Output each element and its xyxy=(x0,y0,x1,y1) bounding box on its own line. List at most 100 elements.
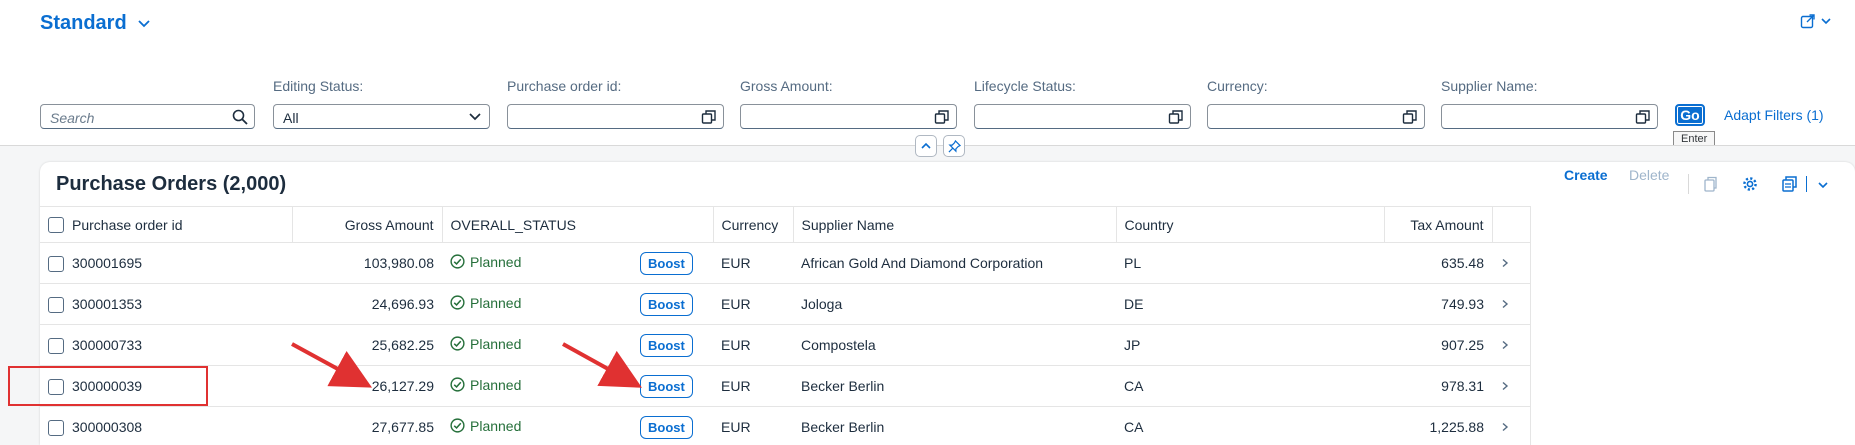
select-all-checkbox[interactable] xyxy=(48,217,64,234)
search-icon[interactable] xyxy=(232,109,248,125)
column-header-purchase-order-id[interactable]: Purchase order id xyxy=(64,206,293,243)
cell-status: Planned xyxy=(442,283,632,325)
search-placeholder: Search xyxy=(50,110,95,126)
purchase-orders-table-card: Purchase Orders (2,000) Create Delete Pu… xyxy=(40,162,1855,445)
search-input[interactable]: Search xyxy=(40,104,255,129)
chevron-right-icon xyxy=(1502,299,1509,309)
settings-icon[interactable] xyxy=(1742,176,1758,192)
gross-amount-input[interactable] xyxy=(740,104,957,129)
purchase-order-id-label: Purchase order id: xyxy=(507,78,622,94)
boost-button[interactable]: Boost xyxy=(640,415,693,439)
status-badge: Planned xyxy=(450,254,521,270)
cell-currency: EUR xyxy=(713,283,793,325)
column-header-gross-amount[interactable]: Gross Amount xyxy=(292,206,443,243)
column-header-currency[interactable]: Currency xyxy=(713,206,794,243)
cell-currency: EUR xyxy=(713,242,793,284)
table-row[interactable]: 300000308 27,677.85 Planned Boost EUR Be… xyxy=(40,406,1530,445)
row-navigation[interactable] xyxy=(1492,242,1530,284)
delete-button[interactable]: Delete xyxy=(1629,167,1669,183)
export-icon[interactable] xyxy=(1782,176,1799,192)
column-header-tax-amount[interactable]: Tax Amount xyxy=(1384,206,1493,243)
boost-button[interactable]: Boost xyxy=(640,333,693,357)
editing-status-value: All xyxy=(283,110,299,126)
copy-icon[interactable] xyxy=(1702,176,1718,192)
table-row[interactable]: 300000733 25,682.25 Planned Boost EUR Co… xyxy=(40,324,1530,366)
cell-gross-amount: 24,696.93 xyxy=(292,283,442,325)
success-check-icon xyxy=(450,336,465,351)
boost-button[interactable]: Boost xyxy=(640,374,693,398)
cell-tax-amount: 978.31 xyxy=(1384,365,1492,407)
cell-action: Boost xyxy=(632,283,713,325)
cell-status: Planned xyxy=(442,406,632,445)
column-header-country[interactable]: Country xyxy=(1116,206,1385,243)
pin-icon xyxy=(947,139,961,153)
cell-action: Boost xyxy=(632,365,713,407)
currency-label: Currency: xyxy=(1207,78,1268,94)
cell-country: JP xyxy=(1116,324,1384,366)
value-help-icon[interactable] xyxy=(701,109,717,125)
value-help-icon[interactable] xyxy=(934,109,950,125)
chevron-down-icon xyxy=(469,113,481,121)
supplier-name-filter: Supplier Name: xyxy=(1441,78,1658,129)
boost-button[interactable]: Boost xyxy=(640,292,693,316)
cell-country: DE xyxy=(1116,283,1384,325)
chevron-down-icon[interactable] xyxy=(1817,179,1829,191)
supplier-name-label: Supplier Name: xyxy=(1441,78,1538,94)
purchase-order-id-input[interactable] xyxy=(507,104,724,129)
cell-supplier-name: Becker Berlin xyxy=(793,406,1116,445)
create-button[interactable]: Create xyxy=(1564,167,1608,183)
row-navigation[interactable] xyxy=(1492,283,1530,325)
row-navigation[interactable] xyxy=(1492,365,1530,407)
pin-header-button[interactable] xyxy=(943,135,965,157)
success-check-icon xyxy=(450,295,465,310)
editing-status-select[interactable]: All xyxy=(273,104,490,129)
chevron-right-icon xyxy=(1502,258,1509,268)
table-right-divider xyxy=(1530,206,1531,445)
search-filter: Search xyxy=(40,78,255,129)
column-header-navigation xyxy=(1492,206,1531,243)
row-checkbox[interactable] xyxy=(48,337,64,354)
cell-status: Planned xyxy=(442,365,632,407)
status-text: Planned xyxy=(470,335,522,352)
success-check-icon xyxy=(450,254,465,269)
adapt-filters-button[interactable]: Adapt Filters (1) xyxy=(1724,107,1824,123)
currency-input[interactable] xyxy=(1207,104,1425,129)
collapse-header-button[interactable] xyxy=(915,135,937,157)
chevron-down-icon xyxy=(1821,18,1831,25)
status-badge: Planned xyxy=(450,295,521,311)
table-row[interactable]: 300001695 103,980.08 Planned Boost EUR A… xyxy=(40,242,1530,284)
row-checkbox[interactable] xyxy=(48,255,64,272)
go-button[interactable]: Go xyxy=(1675,104,1705,126)
value-help-icon[interactable] xyxy=(1168,109,1184,125)
value-help-icon[interactable] xyxy=(1635,109,1651,125)
table-row[interactable]: 300000039 26,127.29 Planned Boost EUR Be… xyxy=(40,365,1530,407)
currency-filter: Currency: xyxy=(1207,78,1425,129)
value-help-icon[interactable] xyxy=(1402,109,1418,125)
cell-country: CA xyxy=(1116,365,1384,407)
lifecycle-status-input[interactable] xyxy=(974,104,1191,129)
table-header-row: Purchase order id Gross Amount OVERALL_S… xyxy=(40,206,1531,243)
share-button[interactable] xyxy=(1800,13,1832,29)
status-badge: Planned xyxy=(450,336,521,352)
variant-selector[interactable]: Standard xyxy=(40,12,151,35)
column-header-supplier-name[interactable]: Supplier Name xyxy=(793,206,1117,243)
status-text: Planned xyxy=(470,417,522,434)
table-row[interactable]: 300001353 24,696.93 Planned Boost EUR Jo… xyxy=(40,283,1530,325)
cell-action: Boost xyxy=(632,324,713,366)
purchase-orders-table: Purchase order id Gross Amount OVERALL_S… xyxy=(40,206,1531,445)
lifecycle-status-filter: Lifecycle Status: xyxy=(974,78,1191,129)
header-controls xyxy=(915,135,965,157)
chevron-right-icon xyxy=(1502,381,1509,391)
success-check-icon xyxy=(450,377,465,392)
row-navigation[interactable] xyxy=(1492,406,1530,445)
boost-button[interactable]: Boost xyxy=(640,251,693,275)
editing-status-label: Editing Status: xyxy=(273,78,364,94)
row-select-cell xyxy=(40,242,64,284)
column-header-overall-status[interactable]: OVERALL_STATUS xyxy=(442,206,714,243)
cell-gross-amount: 25,682.25 xyxy=(292,324,442,366)
row-checkbox[interactable] xyxy=(48,419,64,436)
row-checkbox[interactable] xyxy=(48,296,64,313)
row-navigation[interactable] xyxy=(1492,324,1530,366)
supplier-name-input[interactable] xyxy=(1441,104,1658,129)
table-title: Purchase Orders (2,000) xyxy=(56,173,287,195)
